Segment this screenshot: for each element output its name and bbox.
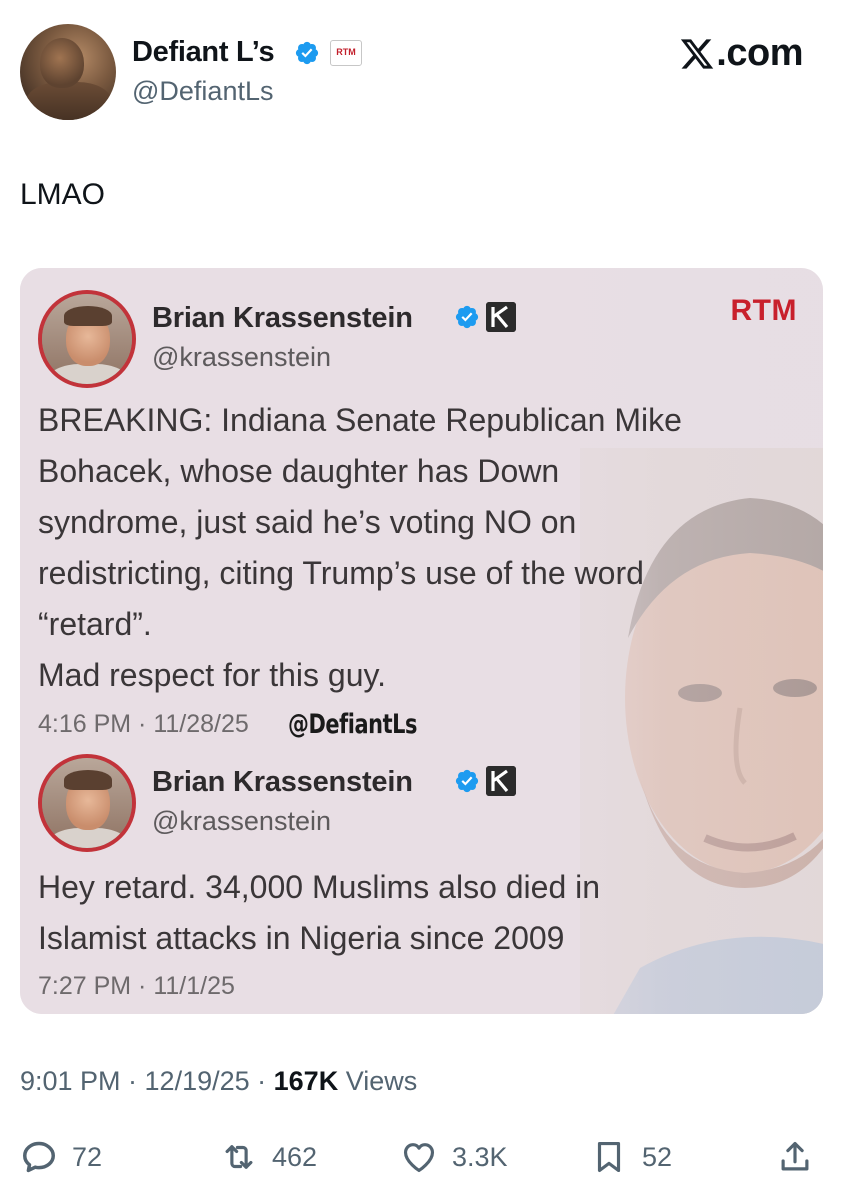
quoted-author-handle: @krassenstein (152, 342, 331, 372)
quoted-author-handle: @krassenstein (152, 806, 331, 836)
avatar-figure-head (40, 38, 84, 88)
quoted-tweet-line: BREAKING: Indiana Senate Republican Mike (38, 402, 682, 438)
reply-button[interactable]: 72 (20, 1132, 102, 1182)
embedded-image[interactable]: RTM Brian Krassenstein @krassenstein BRE… (20, 268, 823, 1014)
quoted-author-avatar (38, 290, 136, 388)
repost-icon (225, 1145, 253, 1169)
rtm-affiliate-badge[interactable]: RTM (330, 40, 362, 66)
repost-button[interactable]: 462 (220, 1132, 317, 1182)
quoted-tweet-line: “retard”. (38, 606, 152, 642)
quoted-tweet-line: redistricting, citing Trump’s use of the… (38, 555, 644, 591)
author-avatar[interactable] (20, 24, 116, 120)
quoted-tweet-line: Hey retard. 34,000 Muslims also died in (38, 869, 601, 905)
bookmark-icon (597, 1141, 621, 1173)
quoted-tweet-timestamp: 7:27 PM · 11/1/25 (38, 972, 235, 1000)
x-logo-icon (681, 38, 714, 69)
quoted-tweet-body: Hey retard. 34,000 Muslims also died in … (38, 862, 798, 964)
post-page: Defiant L’s RTM @DefiantLs .com LMAO RTM (0, 0, 843, 1200)
defiantls-watermark: @DefiantLs (288, 709, 418, 740)
verified-badge-icon (455, 769, 479, 793)
quoted-tweet-line: Islamist attacks in Nigeria since 2009 (38, 920, 565, 956)
reply-icon (23, 1141, 55, 1173)
x-com-suffix: .com (716, 32, 803, 74)
k-affiliate-logo-icon (486, 302, 516, 332)
verified-badge-icon (295, 41, 319, 65)
post-timestamp[interactable]: 9:01 PM · 12/19/25 · (20, 1066, 274, 1096)
rtm-brand-label: RTM (730, 294, 797, 327)
share-button[interactable] (776, 1132, 814, 1182)
quoted-tweet-timestamp: 4:16 PM · 11/28/25 (38, 710, 249, 738)
quoted-author-name: Brian Krassenstein (152, 302, 413, 334)
quoted-tweet-line: syndrome, just said he’s voting NO on (38, 504, 577, 540)
like-count: 3.3K (452, 1141, 508, 1172)
quoted-tweet-line: Bohacek, whose daughter has Down (38, 453, 560, 489)
action-bar: 72 462 3.3K 52 (0, 1132, 843, 1182)
post-meta: 9:01 PM · 12/19/25 · 167K Views (20, 1066, 417, 1097)
x-com-logo: .com (679, 32, 803, 75)
k-affiliate-logo-icon (486, 766, 516, 796)
quoted-author-name: Brian Krassenstein (152, 766, 413, 798)
quoted-tweets: RTM Brian Krassenstein @krassenstein BRE… (20, 268, 823, 1014)
views-label: Views (338, 1066, 418, 1096)
author-handle[interactable]: @DefiantLs (132, 76, 273, 107)
quoted-tweet-line: Mad respect for this guy. (38, 657, 386, 693)
bookmark-count: 52 (642, 1141, 673, 1172)
like-button[interactable]: 3.3K (400, 1132, 508, 1182)
verified-badge-icon (455, 305, 479, 329)
quoted-author-avatar (38, 754, 136, 852)
author-display-name[interactable]: Defiant L’s (132, 36, 275, 69)
tweet-text: LMAO (20, 178, 106, 211)
quoted-tweet-body: BREAKING: Indiana Senate Republican Mike… (38, 395, 798, 701)
share-icon (781, 1141, 809, 1171)
views-count[interactable]: 167K (274, 1066, 339, 1096)
repost-count: 462 (272, 1141, 318, 1172)
reply-count: 72 (72, 1141, 103, 1172)
heart-icon (403, 1143, 435, 1173)
avatar-figure-body (26, 82, 112, 120)
bookmark-button[interactable]: 52 (590, 1132, 672, 1182)
